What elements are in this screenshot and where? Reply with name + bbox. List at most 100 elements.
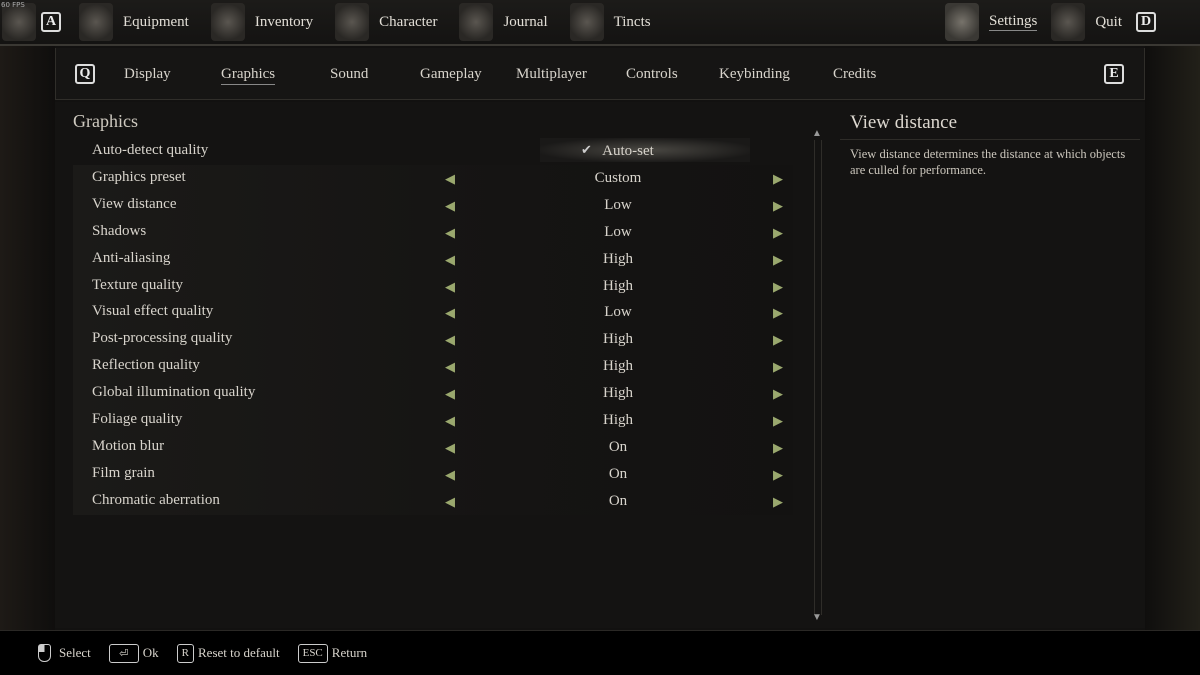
setting-label: Film grain bbox=[92, 464, 155, 481]
setting-row[interactable]: Chromatic aberration ◀ ▶ On bbox=[73, 487, 793, 515]
setting-row[interactable]: Visual effect quality ◀ ▶ Low bbox=[73, 299, 793, 327]
nav-character[interactable]: Character bbox=[335, 3, 437, 41]
setting-label: Visual effect quality bbox=[92, 303, 214, 320]
arrow-left-icon[interactable]: ◀ bbox=[445, 305, 455, 321]
arrow-left-icon[interactable]: ◀ bbox=[445, 332, 455, 348]
setting-value: Low bbox=[604, 304, 632, 321]
scroll-down-icon[interactable]: ▼ bbox=[812, 612, 822, 623]
tab-controls[interactable]: Controls bbox=[626, 66, 678, 83]
setting-label: Shadows bbox=[92, 222, 147, 239]
setting-row[interactable]: Anti-aliasing ◀ ▶ High bbox=[73, 245, 793, 273]
arrow-right-icon[interactable]: ▶ bbox=[773, 225, 783, 241]
hint-label: Return bbox=[331, 645, 368, 660]
arrow-left-icon[interactable]: ◀ bbox=[445, 440, 455, 456]
setting-label: Global illumination quality bbox=[92, 384, 256, 401]
hint-select[interactable]: Select bbox=[38, 644, 91, 662]
key-e-button[interactable]: E bbox=[1104, 64, 1124, 84]
fps-counter: 60 FPS bbox=[1, 1, 25, 9]
arrow-left-icon[interactable]: ◀ bbox=[445, 359, 455, 375]
setting-row[interactable]: Reflection quality ◀ ▶ High bbox=[73, 353, 793, 381]
tab-sound[interactable]: Sound bbox=[330, 66, 368, 83]
nav-tincts[interactable]: Tincts bbox=[569, 3, 651, 41]
setting-label: Graphics preset bbox=[92, 168, 186, 185]
setting-label: Foliage quality bbox=[92, 411, 183, 427]
hint-reset-to-default[interactable]: R Reset to default bbox=[176, 643, 280, 663]
tab-display[interactable]: Display bbox=[124, 66, 171, 83]
quit-button[interactable]: Quit bbox=[1051, 3, 1122, 41]
arrow-right-icon[interactable]: ▶ bbox=[773, 171, 783, 187]
arrow-right-icon[interactable]: ▶ bbox=[773, 279, 783, 295]
scroll-up-icon[interactable]: ▲ bbox=[812, 128, 822, 139]
journal-icon bbox=[459, 3, 494, 41]
setting-value: Custom bbox=[594, 169, 642, 186]
key-a-button[interactable]: A bbox=[41, 12, 61, 32]
setting-label: Auto-detect quality bbox=[92, 142, 209, 158]
arrow-right-icon[interactable]: ▶ bbox=[773, 198, 783, 214]
arrow-right-icon[interactable]: ▶ bbox=[773, 467, 783, 483]
tab-credits[interactable]: Credits bbox=[833, 66, 876, 83]
arrow-left-icon[interactable]: ◀ bbox=[445, 386, 455, 402]
arrow-right-icon[interactable]: ▶ bbox=[773, 359, 783, 375]
setting-value: Low bbox=[604, 223, 632, 240]
setting-row[interactable]: Global illumination quality ◀ ▶ High bbox=[73, 380, 793, 408]
nav-label: Journal bbox=[503, 13, 548, 30]
scrollbar[interactable]: ▲ ▼ bbox=[812, 128, 822, 623]
arrow-right-icon[interactable]: ▶ bbox=[773, 386, 783, 402]
arrow-left-icon[interactable]: ◀ bbox=[445, 413, 455, 429]
hint-return[interactable]: ESC Return bbox=[297, 643, 368, 663]
setting-value: On bbox=[608, 465, 628, 482]
arrow-left-icon[interactable]: ◀ bbox=[445, 198, 455, 214]
key-q-button[interactable]: Q bbox=[75, 64, 95, 84]
arrow-left-icon[interactable]: ◀ bbox=[445, 171, 455, 187]
top-nav: A Equipment Inventory Character Journal Tinc… bbox=[0, 0, 1200, 46]
setting-label: View distance bbox=[92, 195, 177, 212]
nav-label: Tincts bbox=[613, 13, 651, 30]
setting-label: Post-processing quality bbox=[92, 330, 233, 347]
setting-value: High bbox=[603, 331, 633, 348]
setting-row[interactable]: Auto-detect quality ✔ Auto-set bbox=[73, 138, 793, 165]
hint-ok[interactable]: ⏎ Ok bbox=[108, 643, 159, 663]
arrow-right-icon[interactable]: ▶ bbox=[773, 494, 783, 510]
setting-row[interactable]: Foliage quality ◀ ▶ High bbox=[73, 407, 793, 434]
arrow-right-icon[interactable]: ▶ bbox=[773, 440, 783, 456]
setting-row[interactable]: Post-processing quality ◀ ▶ High bbox=[73, 326, 793, 354]
tab-multiplayer[interactable]: Multiplayer bbox=[516, 66, 587, 83]
setting-label: Anti-aliasing bbox=[92, 249, 171, 266]
arrow-right-icon[interactable]: ▶ bbox=[773, 332, 783, 348]
arrow-right-icon[interactable]: ▶ bbox=[773, 305, 783, 321]
background-right bbox=[1145, 45, 1200, 630]
arrow-left-icon[interactable]: ◀ bbox=[445, 252, 455, 268]
arrow-right-icon[interactable]: ▶ bbox=[773, 252, 783, 268]
setting-row[interactable]: View distance ◀ ▶ Low bbox=[73, 191, 793, 219]
tincts-icon bbox=[569, 3, 604, 41]
key-d-button[interactable]: D bbox=[1136, 12, 1156, 32]
arrow-left-icon[interactable]: ◀ bbox=[445, 467, 455, 483]
key-icon: ⏎ bbox=[108, 643, 139, 663]
nav-equipment[interactable]: Equipment bbox=[79, 3, 189, 41]
tab-gameplay[interactable]: Gameplay bbox=[420, 66, 482, 83]
setting-label: Chromatic aberration bbox=[92, 491, 220, 508]
setting-row[interactable]: Graphics preset ◀ ▶ Custom bbox=[73, 164, 793, 192]
nav-label: Character bbox=[379, 13, 438, 30]
section-title: Graphics bbox=[73, 111, 138, 131]
setting-row[interactable]: Motion blur ◀ ▶ On bbox=[73, 433, 793, 461]
setting-row[interactable]: Shadows ◀ ▶ Low bbox=[73, 218, 793, 246]
nav-inventory[interactable]: Inventory bbox=[210, 3, 314, 41]
arrow-left-icon[interactable]: ◀ bbox=[445, 279, 455, 295]
setting-label: Texture quality bbox=[92, 276, 184, 293]
arrow-left-icon[interactable]: ◀ bbox=[445, 225, 455, 241]
setting-label: Motion blur bbox=[92, 437, 165, 454]
setting-row[interactable]: Texture quality ◀ ▶ High bbox=[73, 272, 793, 300]
nav-label: Inventory bbox=[254, 13, 314, 30]
nav-journal[interactable]: Journal bbox=[459, 3, 548, 41]
setting-value: High bbox=[603, 250, 633, 267]
setting-value: High bbox=[603, 385, 633, 402]
setting-value: On bbox=[608, 438, 628, 455]
arrow-left-icon[interactable]: ◀ bbox=[445, 494, 455, 510]
settings-button[interactable]: Settings bbox=[944, 3, 1038, 41]
character-icon bbox=[335, 3, 370, 41]
tab-graphics[interactable]: Graphics bbox=[221, 66, 276, 85]
tab-keybinding[interactable]: Keybinding bbox=[719, 66, 790, 83]
setting-row[interactable]: Film grain ◀ ▶ On bbox=[73, 460, 793, 488]
arrow-right-icon[interactable]: ▶ bbox=[773, 413, 783, 429]
